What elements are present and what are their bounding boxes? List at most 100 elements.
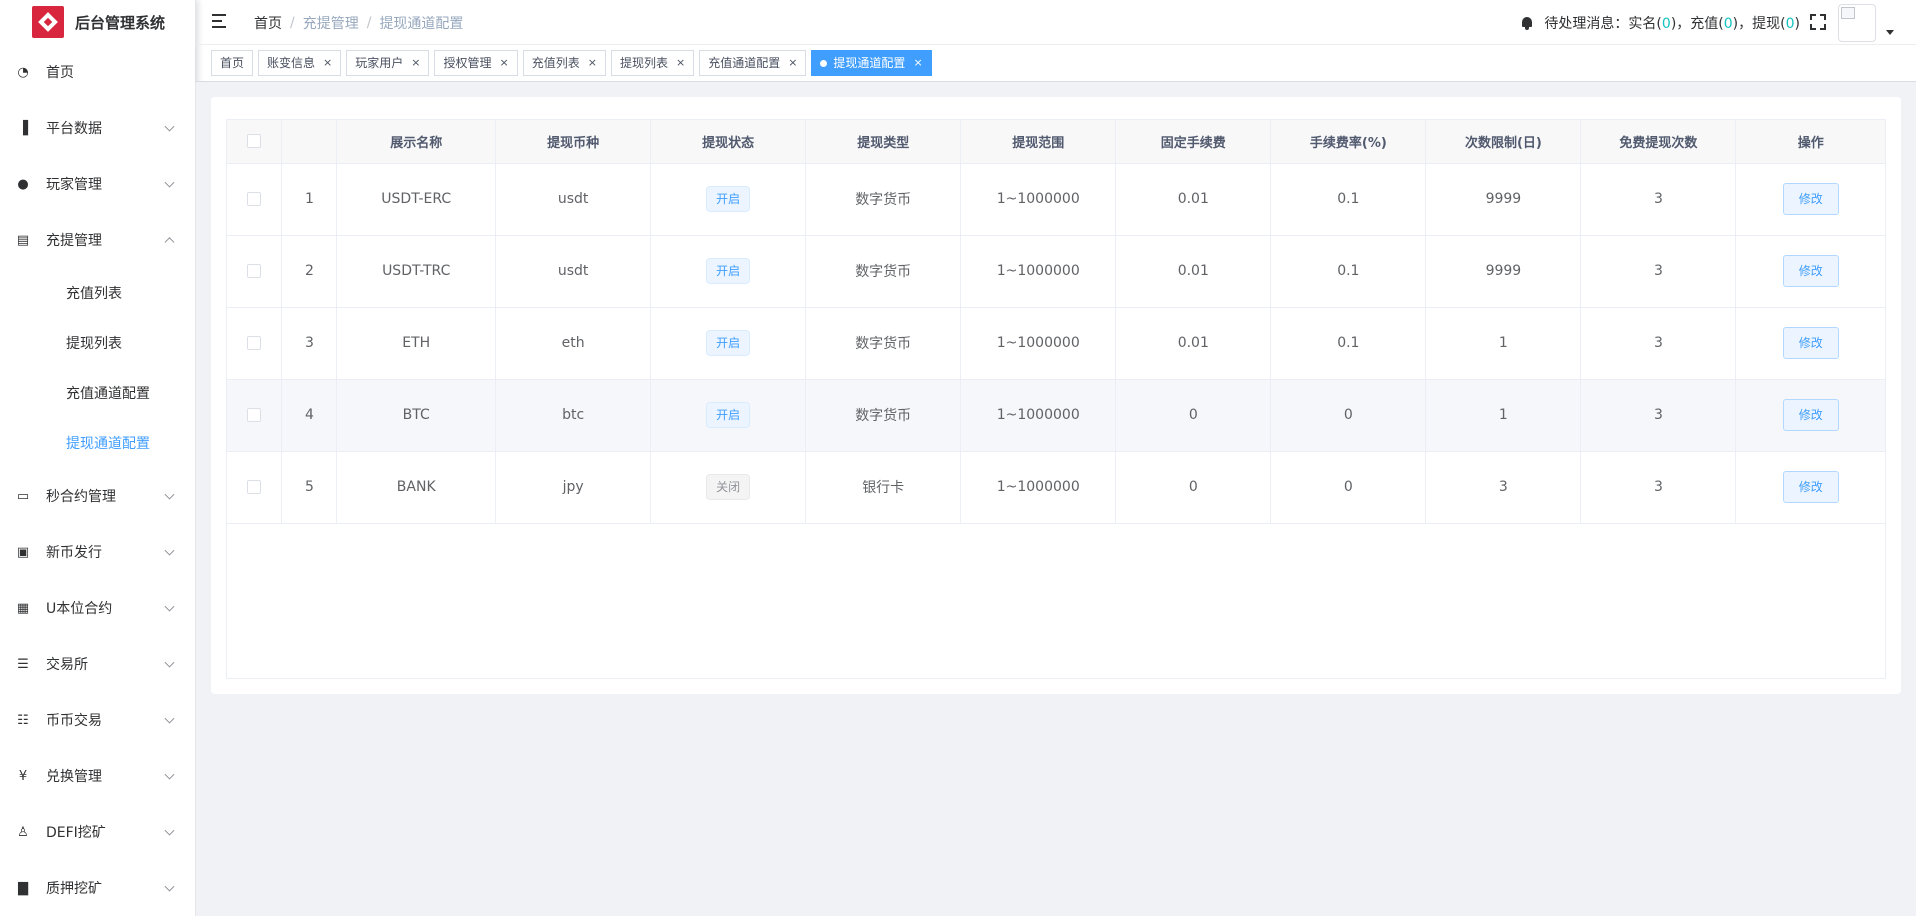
navbar: 首页 / 充提管理 / 提现通道配置 待处理消息： 实名(0)， 充值(0)， … [196, 0, 1916, 45]
table-row: 1 USDT-ERC usdt 开启 数字货币 1~1000000 0.01 0.1 9999 3… [227, 163, 1885, 236]
hamburger-icon[interactable] [212, 14, 228, 28]
cell-coin: usdt [495, 235, 652, 308]
cell-name: USDT-TRC [336, 235, 497, 308]
cell-fixed-fee: 0.01 [1115, 235, 1272, 308]
row-checkbox[interactable] [247, 408, 262, 422]
sidebar-item[interactable]: ● 玩家管理 [0, 156, 195, 212]
close-icon[interactable]: × [676, 51, 685, 75]
status-badge: 开启 [706, 186, 751, 212]
close-icon[interactable]: × [500, 51, 509, 75]
notice-realname[interactable]: 实名(0) [1628, 13, 1676, 33]
tag-item[interactable]: 授权管理 × [434, 50, 518, 76]
column-header: 提现范围 [960, 120, 1117, 164]
column-header: 固定手续费 [1115, 120, 1272, 164]
cell-daily-limit: 1 [1425, 379, 1582, 452]
app-title: 后台管理系统 [75, 13, 166, 32]
cell-fixed-fee: 0.01 [1115, 307, 1272, 380]
sidebar-item[interactable]: ☷ 币币交易 [0, 692, 195, 748]
cell-daily-limit: 9999 [1425, 163, 1582, 236]
tag-item[interactable]: 玩家用户 × [346, 50, 430, 76]
cell-name: ETH [336, 307, 497, 380]
edit-button[interactable]: 修改 [1782, 471, 1839, 503]
bar-chart-icon: ▇ [18, 880, 28, 896]
tag-label: 提现列表 [619, 56, 668, 70]
sidebar-subitem[interactable]: 提现列表 [0, 318, 195, 368]
row-checkbox[interactable] [247, 336, 262, 350]
sidebar-item[interactable]: ▤ 充提管理 [0, 212, 195, 268]
close-icon[interactable]: × [588, 51, 597, 75]
tag-item[interactable]: 充值通道配置 × [699, 50, 807, 76]
close-icon[interactable]: × [913, 51, 922, 75]
sidebar-menu: ◔ 首页 ▐ 平台数据 ● 玩家管理 ▤ 充提管理 充值列表 提现列表 充值通道配置 提现通道配置 ▭ 秒… [0, 44, 195, 916]
sidebar-item[interactable]: ▦ U本位合约 [0, 580, 195, 636]
sidebar-item-label: 兑换管理 [46, 769, 102, 785]
cell-fee-rate: 0.1 [1270, 235, 1427, 308]
user-icon: ● [17, 176, 29, 192]
action-cell: 修改 [1735, 307, 1885, 380]
tag-label: 充值通道配置 [708, 56, 781, 70]
cell-free-times: 3 [1580, 163, 1737, 236]
list-icon: ☷ [17, 712, 29, 728]
edit-button[interactable]: 修改 [1782, 255, 1839, 287]
close-icon[interactable]: × [788, 51, 797, 75]
status-badge: 开启 [706, 402, 751, 428]
row-checkbox[interactable] [247, 264, 262, 278]
row-checkbox[interactable] [247, 480, 262, 494]
avatar[interactable] [1838, 4, 1876, 42]
channel-table: 展示名称 提现币种 提现状态 提现类型 提现范围 固定手续费 手续费率(%) 次数限制(日) 免… [226, 119, 1886, 679]
checkbox-cell [227, 379, 283, 452]
sidebar-item[interactable]: ▣ 新币发行 [0, 524, 195, 580]
cell-fee-rate: 0.1 [1270, 163, 1427, 236]
cell-free-times: 3 [1580, 307, 1737, 380]
sidebar-item[interactable]: ▭ 秒合约管理 [0, 468, 195, 524]
breadcrumb-home[interactable]: 首页 [254, 13, 282, 33]
select-all-checkbox[interactable] [247, 134, 262, 149]
status-cell: 开启 [650, 307, 807, 380]
edit-button[interactable]: 修改 [1782, 327, 1839, 359]
sidebar-subitem[interactable]: 提现通道配置 [0, 418, 195, 468]
content-card: 展示名称 提现币种 提现状态 提现类型 提现范围 固定手续费 手续费率(%) 次数限制(日) 免… [211, 97, 1901, 694]
tag-item[interactable]: 账变信息 × [258, 50, 342, 76]
tag-item[interactable]: 提现通道配置 × [811, 50, 932, 76]
chevron-up-icon [164, 237, 175, 248]
table-body: 1 USDT-ERC usdt 开启 数字货币 1~1000000 0.01 0.1 9999 3… [227, 163, 1885, 524]
sidebar-item-label: 交易所 [46, 657, 88, 673]
edit-button[interactable]: 修改 [1782, 183, 1839, 215]
table-header-row: 展示名称 提现币种 提现状态 提现类型 提现范围 固定手续费 手续费率(%) 次数限制(日) 免… [227, 120, 1885, 164]
logo-icon [32, 6, 64, 38]
sidebar-subitem[interactable]: 充值通道配置 [0, 368, 195, 418]
chevron-down-icon [164, 881, 175, 892]
breadcrumb-current: 提现通道配置 [379, 15, 464, 32]
pending-notice: 待处理消息： 实名(0)， 充值(0)， 提现(0) [1520, 0, 1800, 45]
sidebar-subitem[interactable]: 充值列表 [0, 268, 195, 318]
sidebar-item[interactable]: ▐ 平台数据 [0, 100, 195, 156]
tag-label: 提现通道配置 [833, 56, 906, 70]
tag-item[interactable]: 首页 [211, 50, 254, 76]
close-icon[interactable]: × [411, 51, 420, 75]
action-cell: 修改 [1735, 235, 1885, 308]
cell-range: 1~1000000 [960, 307, 1117, 380]
sidebar-item[interactable]: ☰ 交易所 [0, 636, 195, 692]
action-cell: 修改 [1735, 451, 1885, 524]
column-header: 次数限制(日) [1425, 120, 1582, 164]
cell-daily-limit: 3 [1425, 451, 1582, 524]
fullscreen-icon[interactable] [1810, 14, 1826, 30]
row-checkbox[interactable] [247, 192, 262, 206]
edit-button[interactable]: 修改 [1782, 399, 1839, 431]
notice-recharge[interactable]: 充值(0) [1690, 13, 1738, 33]
cell-fixed-fee: 0 [1115, 451, 1272, 524]
notice-withdraw[interactable]: 提现(0) [1752, 13, 1800, 33]
breadcrumb-separator: / [290, 14, 295, 31]
tag-item[interactable]: 充值列表 × [522, 50, 606, 76]
sidebar-item[interactable]: ¥ 兑换管理 [0, 748, 195, 804]
checkbox-cell [227, 451, 283, 524]
cell-free-times: 3 [1580, 451, 1737, 524]
close-icon[interactable]: × [323, 51, 332, 75]
status-badge: 关闭 [706, 474, 751, 500]
miner-icon: ♙ [17, 824, 29, 840]
sidebar-item[interactable]: ▇ 质押挖矿 [0, 860, 195, 916]
tag-item[interactable]: 提现列表 × [610, 50, 695, 76]
sidebar-item[interactable]: ♙ DEFI挖矿 [0, 804, 195, 860]
caret-down-icon[interactable] [1886, 30, 1894, 35]
sidebar-item[interactable]: ◔ 首页 [0, 44, 195, 100]
